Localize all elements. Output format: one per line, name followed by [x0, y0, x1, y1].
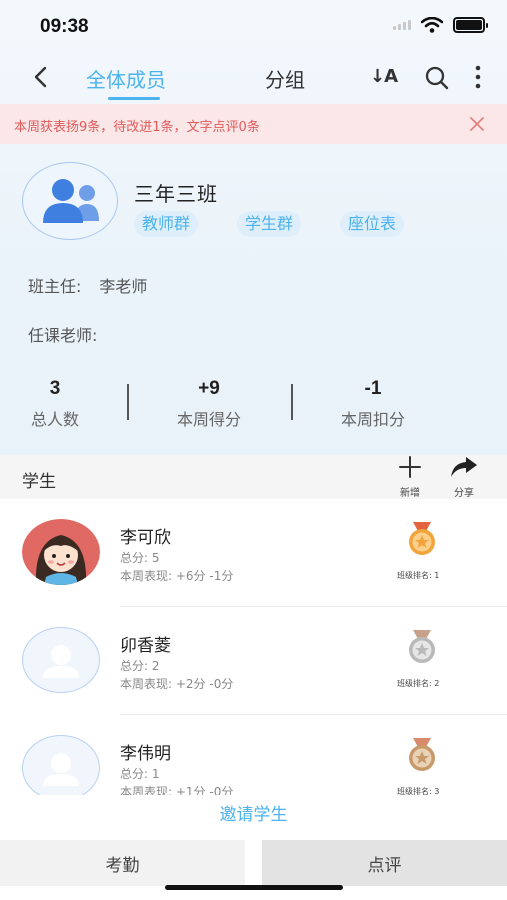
section-title: 学生 [22, 472, 56, 492]
student-group-chip[interactable]: 学生群 [237, 211, 302, 237]
student-total-score: 总分: 1 [120, 767, 160, 781]
status-bar: 09:38 [0, 0, 507, 52]
comment-button[interactable]: 点评 [262, 840, 507, 886]
search-icon[interactable] [424, 65, 450, 91]
invite-students-link[interactable]: 邀请学生 [0, 800, 507, 825]
subject-teacher-row: 任课老师: [28, 322, 97, 346]
stat-total-count: 3 总人数 [0, 378, 125, 430]
class-name: 三年三班 [134, 182, 218, 206]
share-button[interactable]: 分享 [446, 455, 482, 499]
attendance-label: 考勤 [105, 855, 140, 876]
stat-divider [291, 384, 293, 420]
student-avatar [22, 627, 100, 693]
stat-divider [127, 384, 129, 420]
head-teacher-label: 班主任: [28, 277, 82, 296]
student-list: 李可欣 总分: 5 本周表现: +6分 -1分 班级排名: 1 卯香菱 总分: … [0, 499, 507, 795]
signal-icon [393, 20, 411, 30]
student-total-score: 总分: 5 [120, 551, 160, 565]
student-rank: 班级排名: 1 [397, 571, 440, 580]
stat-week-plus: +9 本周得分 [139, 378, 279, 430]
student-name: 李伟明 [120, 744, 171, 764]
stat-week-minus: -1 本周扣分 [303, 378, 443, 430]
stat-label: 本周得分 [176, 410, 241, 429]
weekly-summary-banner: 本周获表扬9条，待改进1条，文字点评0条 [0, 104, 507, 144]
stat-value: 3 [49, 378, 61, 399]
share-label: 分享 [454, 488, 474, 499]
stat-value: +9 [198, 378, 220, 399]
student-rank: 班级排名: 3 [397, 787, 440, 795]
class-avatar [22, 162, 118, 240]
student-avatar [22, 519, 100, 585]
add-label: 新增 [400, 488, 420, 499]
back-arrow-icon[interactable] [28, 62, 54, 92]
teacher-group-chip[interactable]: 教师群 [134, 211, 199, 237]
student-total-score: 总分: 2 [120, 659, 160, 673]
tab-all-members[interactable]: 全体成员 [86, 64, 166, 93]
student-row[interactable]: 李伟明 总分: 1 本周表现: +1分 -0分 班级排名: 3 [0, 715, 507, 795]
student-week-performance: 本周表现: +2分 -0分 [120, 677, 234, 691]
head-teacher-value: 李老师 [99, 277, 148, 296]
user-placeholder-icon [43, 645, 79, 678]
student-row[interactable]: 卯香菱 总分: 2 本周表现: +2分 -0分 班级排名: 2 [0, 607, 507, 715]
battery-icon [453, 17, 488, 33]
student-rank: 班级排名: 2 [397, 679, 440, 688]
share-arrow-icon [451, 457, 477, 477]
head-teacher-row: 班主任: 李老师 [28, 273, 147, 297]
home-indicator [165, 885, 343, 890]
wifi-icon [421, 17, 443, 33]
silver-medal-icon [409, 630, 435, 663]
girl-avatar-icon [22, 519, 100, 585]
student-row[interactable]: 李可欣 总分: 5 本周表现: +6分 -1分 班级排名: 1 [0, 499, 507, 607]
stat-value: -1 [364, 378, 382, 399]
nav-bar: 全体成员 分组 ↓A [0, 52, 507, 102]
sort-alpha-icon[interactable]: ↓A [370, 66, 398, 87]
seating-chart-chip[interactable]: 座位表 [340, 211, 405, 237]
student-name: 卯香菱 [120, 636, 171, 656]
subject-teacher-label: 任课老师: [28, 326, 98, 345]
student-name: 李可欣 [120, 528, 171, 548]
student-week-performance: 本周表现: +1分 -0分 [120, 785, 234, 795]
attendance-button[interactable]: 考勤 [0, 840, 245, 886]
student-week-performance: 本周表现: +6分 -1分 [120, 569, 234, 583]
comment-label: 点评 [367, 855, 402, 876]
user-placeholder-icon [43, 753, 79, 786]
stat-label: 总人数 [30, 410, 79, 429]
bronze-medal-icon [409, 738, 435, 771]
status-time: 09:38 [40, 16, 89, 37]
status-icons [393, 17, 488, 33]
gold-medal-icon [409, 522, 435, 555]
close-icon[interactable] [469, 116, 485, 132]
students-section-header: 学生 新增 分享 [0, 455, 507, 499]
banner-text: 本周获表扬9条，待改进1条，文字点评0条 [14, 120, 260, 135]
group-users-icon [43, 179, 99, 223]
add-student-button[interactable]: 新增 [392, 455, 428, 499]
plus-icon [399, 456, 421, 478]
tab-groups[interactable]: 分组 [265, 64, 305, 93]
stat-label: 本周扣分 [340, 410, 405, 429]
active-tab-indicator [108, 97, 160, 100]
more-vertical-icon[interactable] [468, 64, 488, 90]
student-avatar [22, 735, 100, 795]
